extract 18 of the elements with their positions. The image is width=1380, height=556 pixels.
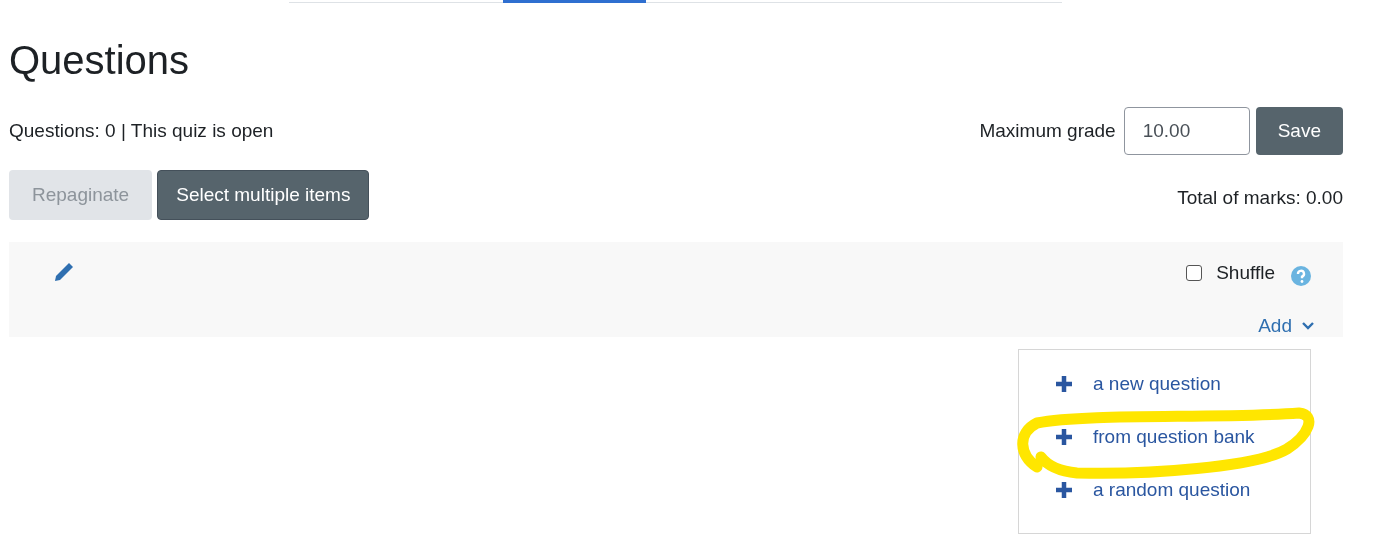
maximum-grade-field[interactable]: 10.00 [1123,107,1250,155]
plus-icon [1055,427,1073,446]
total-marks-text: Total of marks: 0.00 [1177,185,1343,210]
maximum-grade-label: Maximum grade [979,118,1116,143]
page-heading: Questions [9,37,190,84]
edit-pencil-icon[interactable] [53,261,75,283]
plus-icon [1055,374,1073,393]
shuffle-label: Shuffle [1216,261,1275,285]
plus-icon [1055,480,1073,499]
caret-icon [1302,322,1314,331]
add-dropdown[interactable]: Add [1258,312,1314,341]
add-menu-item[interactable]: a random question [1055,478,1251,501]
action-button[interactable]: Select multiple items [157,170,370,220]
save-button[interactable]: Save [1255,107,1343,155]
add-menu-item[interactable]: a new question [1055,372,1221,395]
quiz-status-text: Questions: 0 | This quiz is open [9,118,274,143]
add-menu-item[interactable]: from question bank [1055,425,1255,448]
shuffle-checkbox[interactable] [1186,265,1203,282]
